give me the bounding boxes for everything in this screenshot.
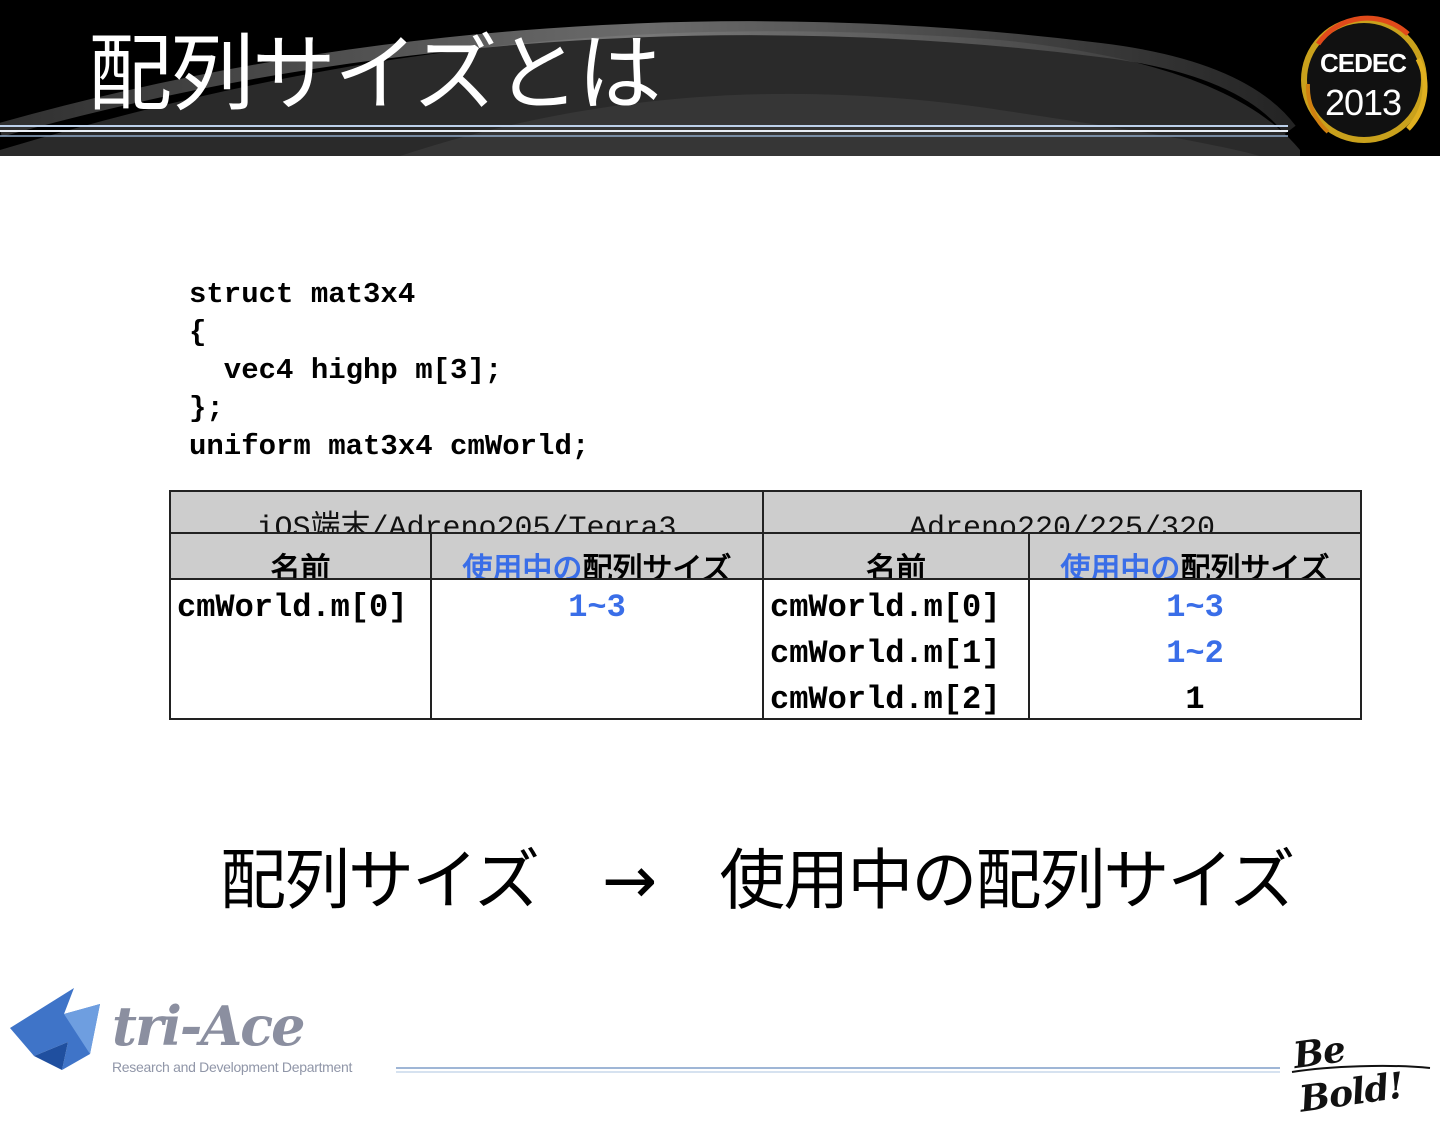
company-name: tri-Ace xyxy=(112,994,305,1058)
group-header-right-label: Adreno220/225/320 xyxy=(908,512,1216,533)
subheader-highlight-text: 使用中の xyxy=(1060,552,1181,579)
slide-title: 配列サイズとは xyxy=(88,25,661,123)
subheader-size-right-label: 使用中の配列サイズ xyxy=(1031,544,1359,579)
badge-brand: CEDEC xyxy=(1319,48,1407,78)
right-size-line: 1~3 xyxy=(1166,589,1224,626)
left-size-cell: 1~3 xyxy=(430,578,764,720)
subheader-name-left-label: 名前 xyxy=(270,552,331,579)
subheader-name-right-label: 名前 xyxy=(866,552,926,579)
right-name-line: cmWorld.m[2] xyxy=(770,681,1001,718)
right-name-line: cmWorld.m[0] xyxy=(770,589,1001,626)
table-group-header-row: iOS端末/Adreno205/Tegra3 Adreno220/225/320 xyxy=(169,490,1362,534)
right-name-cell: cmWorld.m[0] cmWorld.m[1] cmWorld.m[2] xyxy=(762,578,1030,720)
group-header-right: Adreno220/225/320 xyxy=(762,490,1362,534)
subheader-name-right: 名前 xyxy=(762,532,1030,580)
subheader-rest-text: 配列サイズ xyxy=(1180,552,1330,579)
table-row: cmWorld.m[0] 1~3 cmWorld.m[0] cmWorld.m[… xyxy=(169,578,1362,720)
right-size-cell: 1~3 1~2 1 xyxy=(1028,578,1362,720)
right-size-line: 1 xyxy=(1185,681,1205,718)
department-name: Research and Development Department xyxy=(112,1059,353,1075)
right-name-line: cmWorld.m[1] xyxy=(770,635,1001,672)
subheader-name-left: 名前 xyxy=(169,532,432,580)
subheader-highlight-text: 使用中の xyxy=(462,552,583,579)
code-block: struct mat3x4 { vec4 highp m[3]; }; unif… xyxy=(189,278,590,463)
right-size-line: 1~2 xyxy=(1166,635,1224,672)
subheader-size-left-label: 使用中の配列サイズ xyxy=(433,544,761,579)
be-bold-slogan: Be Bold! xyxy=(1290,1028,1406,1121)
subheader-size-left: 使用中の配列サイズ xyxy=(430,532,764,580)
summary-statement: 配列サイズ → 使用中の配列サイズ xyxy=(220,842,1295,919)
subheader-size-right: 使用中の配列サイズ xyxy=(1028,532,1362,580)
left-size-line: 1~3 xyxy=(568,589,626,626)
badge-year: 2013 xyxy=(1324,82,1402,123)
group-header-left: iOS端末/Adreno205/Tegra3 xyxy=(169,490,764,534)
slide-header: 配列サイズとは CEDEC 2013 xyxy=(0,0,1440,156)
cedec-badge: CEDEC 2013 xyxy=(1288,4,1436,152)
group-header-left-label: iOS端末/Adreno205/Tegra3 xyxy=(256,512,677,533)
array-size-table: iOS端末/Adreno205/Tegra3 Adreno220/225/320… xyxy=(169,490,1362,720)
table-subheader-row: 名前 使用中の配列サイズ 名前 使用中の配列サイズ xyxy=(169,532,1362,580)
left-name-cell: cmWorld.m[0] xyxy=(169,578,432,720)
left-name-line: cmWorld.m[0] xyxy=(177,589,408,626)
subheader-rest-text: 配列サイズ xyxy=(582,552,732,579)
footer-divider xyxy=(396,1067,1280,1073)
